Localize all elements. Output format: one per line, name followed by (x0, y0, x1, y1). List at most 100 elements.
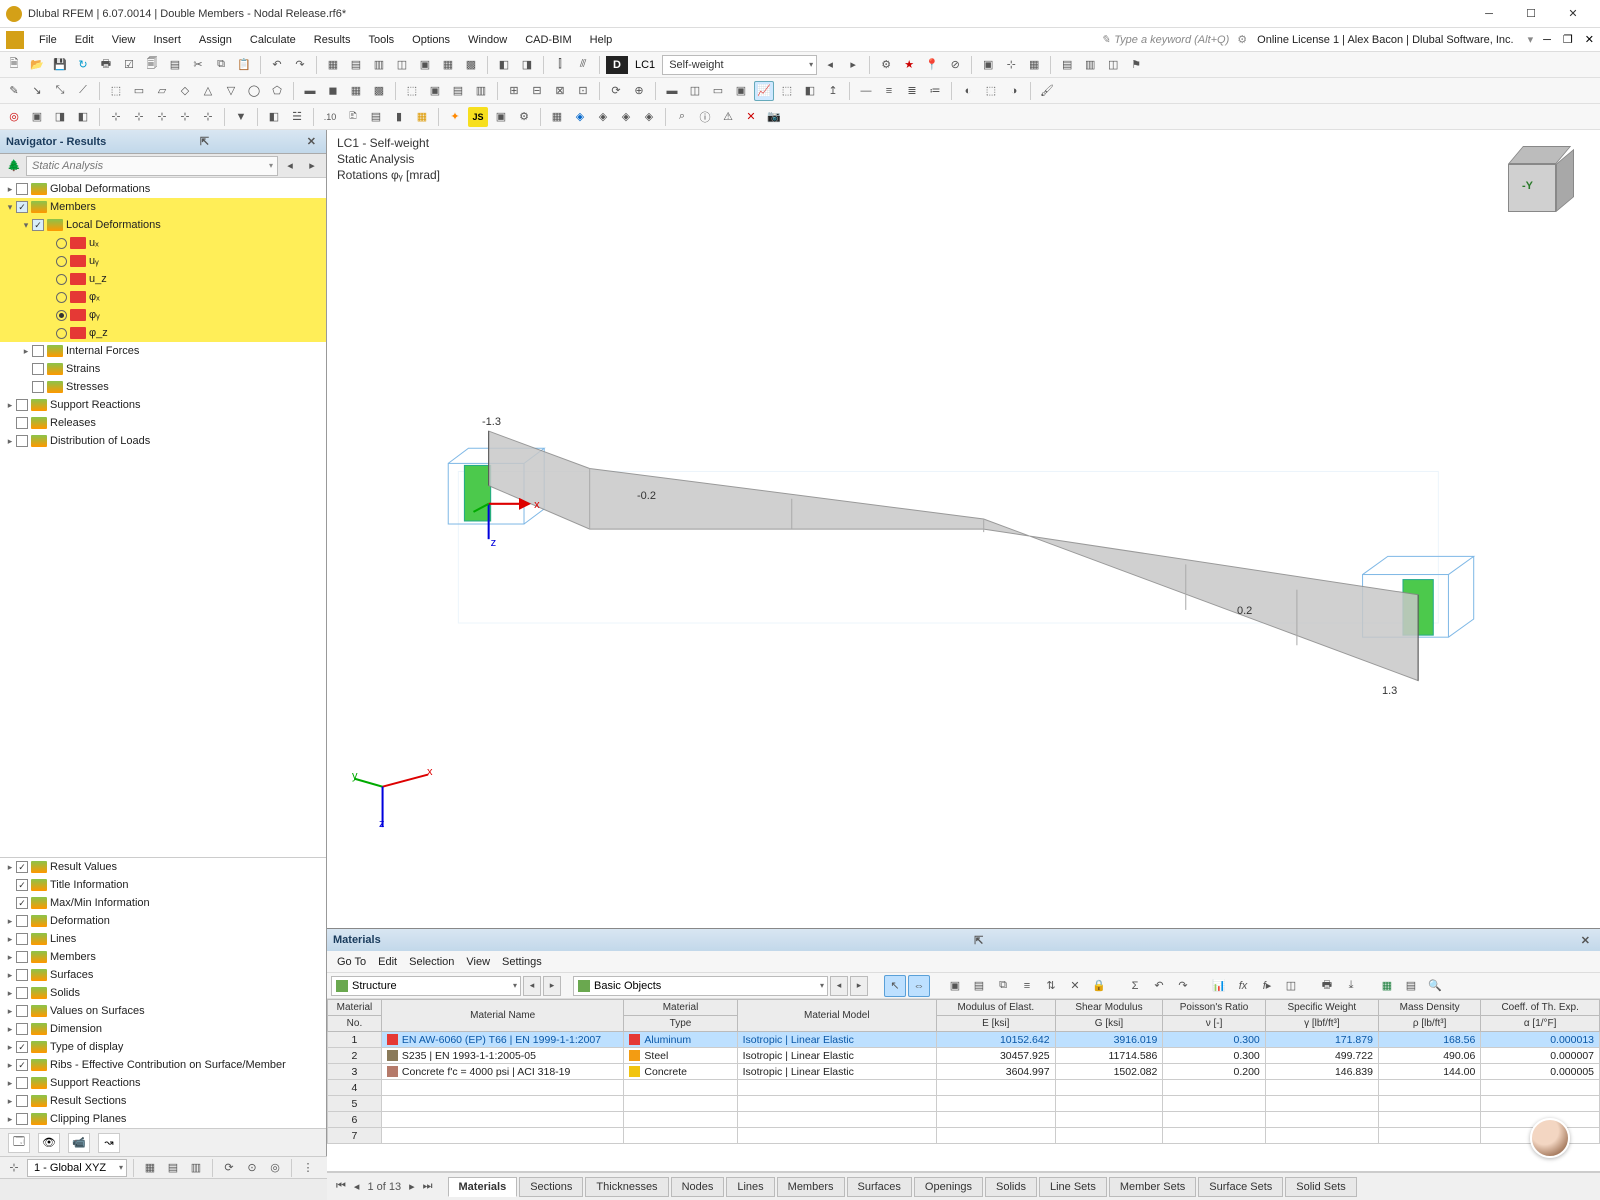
tb3-fill-icon[interactable]: ▮ (389, 107, 409, 127)
tb3-ax5-icon[interactable]: ⊹ (198, 107, 218, 127)
tab-member-sets[interactable]: Member Sets (1109, 1177, 1196, 1197)
tb3-plugin-icon[interactable]: ▣ (491, 107, 511, 127)
menu-calculate[interactable]: Calculate (241, 28, 305, 52)
view3-icon[interactable]: ▥ (369, 55, 389, 75)
mat-tb-redo-icon[interactable]: ↷ (1172, 975, 1194, 997)
tb2-20-icon[interactable]: ▥ (471, 81, 491, 101)
calc-icon[interactable]: ⚙ (876, 55, 896, 75)
menu-insert[interactable]: Insert (144, 28, 190, 52)
mat-tb-chart-icon[interactable]: 📊 (1208, 975, 1230, 997)
app-menu-icon[interactable] (6, 31, 24, 49)
lc-prev-icon[interactable]: ◂ (820, 55, 840, 75)
tb2-35-icon[interactable]: — (856, 81, 876, 101)
tb2-37-icon[interactable]: ≣ (902, 81, 922, 101)
page-prev[interactable]: ◂ (351, 1180, 363, 1193)
tb2-4-icon[interactable]: ⟋ (73, 81, 93, 101)
splith-icon[interactable]: ⫻ (573, 55, 593, 75)
mat-cat-next[interactable]: ▸ (850, 976, 868, 996)
nav-next-icon[interactable]: ▸ (302, 156, 322, 176)
analysis-type-dropdown[interactable]: Static Analysis (26, 156, 278, 176)
tb3-layers-icon[interactable]: ☱ (287, 107, 307, 127)
pin-icon[interactable]: 📍 (922, 55, 942, 75)
sr-7-icon[interactable]: ⋮ (298, 1158, 318, 1178)
view7-icon[interactable]: ▩ (461, 55, 481, 75)
mat-cat-prev[interactable]: ◂ (830, 976, 848, 996)
tb2-2-icon[interactable]: ↘ (27, 81, 47, 101)
tb3-q-icon[interactable]: ⌕ (672, 107, 692, 127)
menu-assign[interactable]: Assign (190, 28, 241, 52)
open-icon[interactable]: 📂 (27, 55, 47, 75)
splitv-icon[interactable]: ⫿ (550, 55, 570, 75)
tb3-ax1-icon[interactable]: ⊹ (106, 107, 126, 127)
tb2-18-icon[interactable]: ▣ (425, 81, 445, 101)
maximize-button[interactable]: ☐ (1510, 1, 1552, 27)
materials-scope-dropdown[interactable]: Structure (331, 976, 521, 996)
tb2-22-icon[interactable]: ⊟ (527, 81, 547, 101)
sr-4-icon[interactable]: ⟳ (219, 1158, 239, 1178)
tb3-g2-icon[interactable]: ◈ (593, 107, 613, 127)
grid-icon[interactable]: ▦ (1024, 55, 1044, 75)
stats-icon[interactable]: ▤ (165, 55, 185, 75)
tb2-39-icon[interactable]: ◐ (958, 81, 978, 101)
tb2-41-icon[interactable]: ◑ (1004, 81, 1024, 101)
menu-file[interactable]: File (30, 28, 66, 52)
mat-menu-view[interactable]: View (466, 956, 490, 968)
tb3-color-icon[interactable]: ◧ (264, 107, 284, 127)
tb2-38-icon[interactable]: ≔ (925, 81, 945, 101)
tab-line-sets[interactable]: Line Sets (1039, 1177, 1107, 1197)
tab-surface-sets[interactable]: Surface Sets (1198, 1177, 1283, 1197)
tb2-10-icon[interactable]: ▽ (221, 81, 241, 101)
tab-thicknesses[interactable]: Thicknesses (585, 1177, 668, 1197)
paste-icon[interactable]: 📋 (234, 55, 254, 75)
sr-5-icon[interactable]: ⊙ (242, 1158, 262, 1178)
undo-icon[interactable]: ↶ (267, 55, 287, 75)
page-last[interactable]: ⏭ (420, 1180, 436, 1193)
tb3-box2-icon[interactable]: ◨ (50, 107, 70, 127)
tb3-g3-icon[interactable]: ◈ (616, 107, 636, 127)
tb2-24-icon[interactable]: ⊡ (573, 81, 593, 101)
persp-icon[interactable]: ◨ (517, 55, 537, 75)
tb2-32-icon[interactable]: ⬚ (777, 81, 797, 101)
snap2-icon[interactable]: ▥ (1080, 55, 1100, 75)
table-row[interactable]: 1 EN AW-6060 (EP) T66 | EN 1999-1-1:2007… (328, 1032, 1600, 1048)
tb3-sec-icon[interactable]: ▤ (366, 107, 386, 127)
mat-tb-rows-icon[interactable]: ≡ (1016, 975, 1038, 997)
tb2-42-icon[interactable]: 🖌 (1037, 81, 1057, 101)
tb2-33-icon[interactable]: ◧ (800, 81, 820, 101)
mat-scope-prev[interactable]: ◂ (523, 976, 541, 996)
materials-table[interactable]: Material Material Name Material Material… (327, 999, 1600, 1172)
flag-icon[interactable]: ⚑ (1126, 55, 1146, 75)
tb2-9-icon[interactable]: △ (198, 81, 218, 101)
tb2-29-icon[interactable]: ▭ (708, 81, 728, 101)
tab-surfaces[interactable]: Surfaces (847, 1177, 912, 1197)
doc-icon[interactable]: 🗐 (142, 55, 162, 75)
tab-lines[interactable]: Lines (726, 1177, 774, 1197)
sr-1-icon[interactable]: ▦ (140, 1158, 160, 1178)
tb3-box3-icon[interactable]: ◧ (73, 107, 93, 127)
tab-sections[interactable]: Sections (519, 1177, 583, 1197)
tb3-i-icon[interactable]: ⓘ (695, 107, 715, 127)
navigator-close-icon[interactable]: ✕ (303, 135, 320, 148)
assistant-avatar[interactable] (1530, 1118, 1570, 1158)
table-row[interactable]: 6 (328, 1112, 1600, 1128)
tb3-ax4-icon[interactable]: ⊹ (175, 107, 195, 127)
nav-mode4-icon[interactable]: ↝ (98, 1133, 120, 1153)
cube-icon[interactable]: ▣ (978, 55, 998, 75)
mat-tb-sort-icon[interactable]: ⇅ (1040, 975, 1062, 997)
view5-icon[interactable]: ▣ (415, 55, 435, 75)
tb3-g1-icon[interactable]: ◈ (570, 107, 590, 127)
mat-tb-edit-icon[interactable]: ▤ (968, 975, 990, 997)
mat-tb-link-icon[interactable]: ⇔ (908, 975, 930, 997)
mat-tb-fx-icon[interactable]: fx (1232, 975, 1254, 997)
tb3-warn-icon[interactable]: ⚠ (718, 107, 738, 127)
mat-tb-export-icon[interactable]: ⤓ (1340, 975, 1362, 997)
cut-icon[interactable]: ✂ (188, 55, 208, 75)
table-row[interactable]: 4 (328, 1080, 1600, 1096)
table-row[interactable]: 3 Concrete f'c = 4000 psi | ACI 318-19 C… (328, 1064, 1600, 1080)
materials-category-dropdown[interactable]: Basic Objects (573, 976, 828, 996)
mdi-restore[interactable]: ❐ (1557, 33, 1579, 46)
mat-tb-del-icon[interactable]: ✕ (1064, 975, 1086, 997)
mat-tb-copy-icon[interactable]: ⧉ (992, 975, 1014, 997)
print-icon[interactable]: 🖶 (96, 55, 116, 75)
menu-chevron-icon[interactable]: ▾ (1524, 33, 1538, 46)
